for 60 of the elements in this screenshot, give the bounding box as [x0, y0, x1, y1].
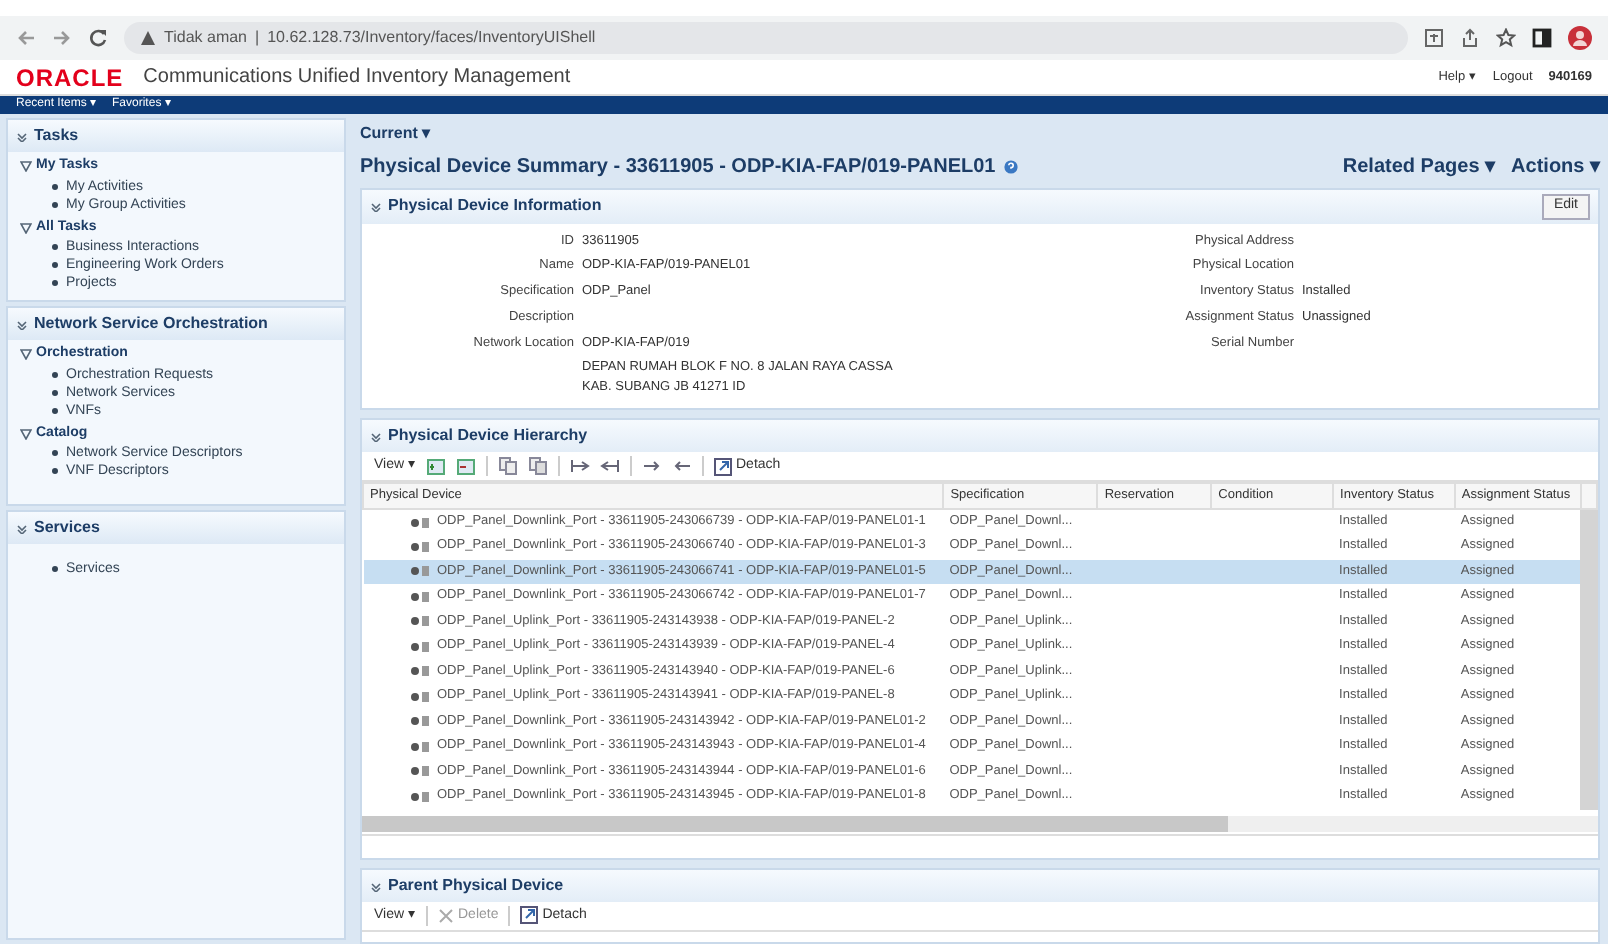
triangle-icon[interactable]: [20, 348, 32, 361]
page-title: Physical Device Summary - 33611905 - ODP-KIA-FAP/019-PANEL01: [360, 154, 996, 182]
url-text: 10.62.128.73/Inventory/faces/InventoryUIShell: [267, 26, 596, 50]
delete-icon: [438, 907, 454, 924]
section-title[interactable]: Tasks: [34, 124, 79, 148]
port-icon: [409, 539, 429, 554]
port-icon: [409, 564, 429, 579]
detach-icon: [520, 906, 539, 925]
port-icon: [409, 764, 429, 779]
triangle-icon[interactable]: [20, 427, 32, 440]
page-action-menu[interactable]: Related Pages ▾: [1342, 152, 1496, 182]
collapse-icon[interactable]: [16, 318, 28, 330]
address-separator: |: [255, 26, 260, 50]
add-row-icon[interactable]: [426, 456, 446, 476]
panel-title: Physical Device Information: [388, 194, 602, 219]
section-title[interactable]: Services: [34, 516, 100, 540]
panel-title: Parent Physical Device: [388, 873, 564, 897]
remove-row-icon[interactable]: [456, 456, 476, 476]
collapse-icon[interactable]: [16, 130, 28, 142]
detach-icon: [714, 457, 732, 475]
security-label: Tidak aman: [164, 26, 247, 50]
help-icon[interactable]: [1003, 160, 1018, 174]
star-icon[interactable]: [1496, 28, 1516, 48]
panel-title: Physical Device Hierarchy: [388, 423, 588, 448]
collapse-icon[interactable]: [370, 200, 382, 213]
back-icon[interactable]: [16, 28, 36, 48]
expand-icon[interactable]: [570, 456, 590, 476]
window-icon[interactable]: [1532, 28, 1552, 48]
outdent-icon[interactable]: [672, 456, 692, 476]
collapse-icon[interactable]: [16, 522, 28, 534]
share-icon[interactable]: [1460, 28, 1480, 48]
paste-icon[interactable]: [528, 456, 548, 476]
warning-icon: [140, 30, 156, 46]
collapse-icon[interactable]: [370, 879, 382, 891]
port-icon: [409, 614, 429, 629]
forward-icon[interactable]: [52, 28, 72, 48]
copy-icon[interactable]: [498, 456, 518, 476]
port-icon: [409, 589, 429, 604]
port-icon: [409, 789, 429, 804]
triangle-icon[interactable]: [20, 221, 32, 234]
indent-icon[interactable]: [642, 456, 662, 476]
address-bar[interactable]: Tidak aman | 10.62.128.73/Inventory/faces/InventoryUIShell: [124, 22, 1408, 54]
port-icon: [409, 639, 429, 654]
triangle-icon[interactable]: [20, 160, 32, 173]
collapse-icon[interactable]: [370, 429, 382, 442]
port-icon: [409, 714, 429, 729]
breadcrumb-menu[interactable]: Current ▾: [360, 122, 431, 146]
horizontal-scrollbar[interactable]: [362, 815, 1598, 831]
port-icon: [409, 664, 429, 679]
port-icon: [409, 515, 429, 529]
page-action-menu[interactable]: Actions ▾: [1511, 152, 1600, 182]
port-icon: [409, 689, 429, 704]
reload-icon[interactable]: [88, 28, 108, 48]
collapse-all-icon[interactable]: [600, 456, 620, 476]
avatar-icon[interactable]: [1568, 26, 1592, 50]
translate-icon[interactable]: [1424, 28, 1444, 48]
oracle-logo: ORACLE: [16, 61, 124, 95]
app-title: Communications Unified Inventory Management: [143, 64, 571, 92]
port-icon: [409, 739, 429, 754]
vertical-scrollbar[interactable]: [1580, 509, 1597, 809]
